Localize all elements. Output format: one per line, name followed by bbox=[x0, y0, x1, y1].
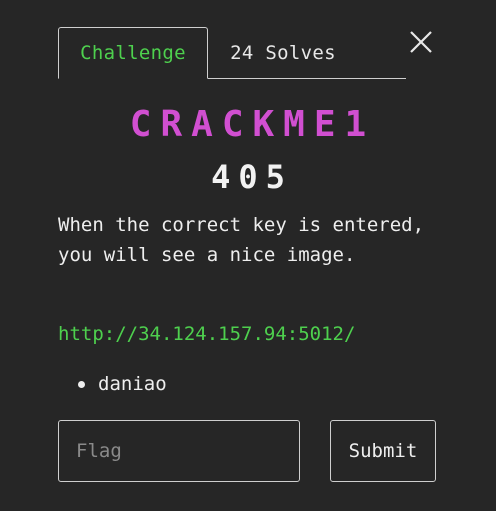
tab-bar: Challenge 24 Solves bbox=[58, 27, 406, 79]
challenge-name: CRACKME1 bbox=[129, 104, 376, 145]
file-item[interactable]: daniao bbox=[58, 370, 167, 398]
challenge-modal: Challenge 24 Solves CRACKME1 405 When th… bbox=[0, 0, 496, 511]
flag-input[interactable] bbox=[58, 420, 300, 482]
file-list: daniao bbox=[58, 370, 167, 398]
tab-challenge[interactable]: Challenge bbox=[58, 27, 208, 79]
tab-solves[interactable]: 24 Solves bbox=[208, 27, 358, 79]
challenge-points: 405 bbox=[211, 158, 293, 196]
close-button[interactable] bbox=[408, 29, 434, 55]
challenge-description: When the correct key is entered, you wil… bbox=[58, 214, 425, 266]
challenge-link[interactable]: http://34.124.157.94:5012/ bbox=[58, 320, 355, 348]
tab-challenge-label: Challenge bbox=[80, 42, 186, 64]
close-icon bbox=[410, 31, 432, 53]
file-item-label: daniao bbox=[98, 373, 167, 395]
tab-solves-label: 24 Solves bbox=[230, 42, 336, 64]
bullet-icon bbox=[78, 381, 85, 388]
submit-button[interactable]: Submit bbox=[330, 420, 436, 482]
